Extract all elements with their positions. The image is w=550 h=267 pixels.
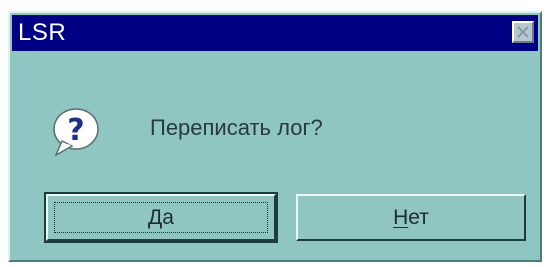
close-button[interactable]: [512, 21, 534, 43]
no-label-rest: ет: [408, 205, 429, 229]
title-bar[interactable]: LSR: [12, 15, 538, 51]
yes-button-label: Да: [148, 206, 174, 230]
no-accelerator: Н: [393, 205, 409, 229]
yes-label-rest: а: [162, 205, 174, 229]
svg-text:?: ?: [67, 113, 84, 148]
question-icon: ?: [46, 103, 102, 159]
dialog-message: Переписать лог?: [150, 115, 323, 140]
window-title: LSR: [18, 19, 67, 46]
close-icon: [517, 26, 529, 38]
no-button[interactable]: Нет: [296, 194, 526, 241]
yes-button[interactable]: Да: [44, 192, 278, 243]
no-button-label: Нет: [393, 206, 429, 230]
message-dialog: LSR ? Переписать лог? Да Нет: [8, 11, 542, 262]
yes-accelerator: Д: [148, 205, 163, 229]
